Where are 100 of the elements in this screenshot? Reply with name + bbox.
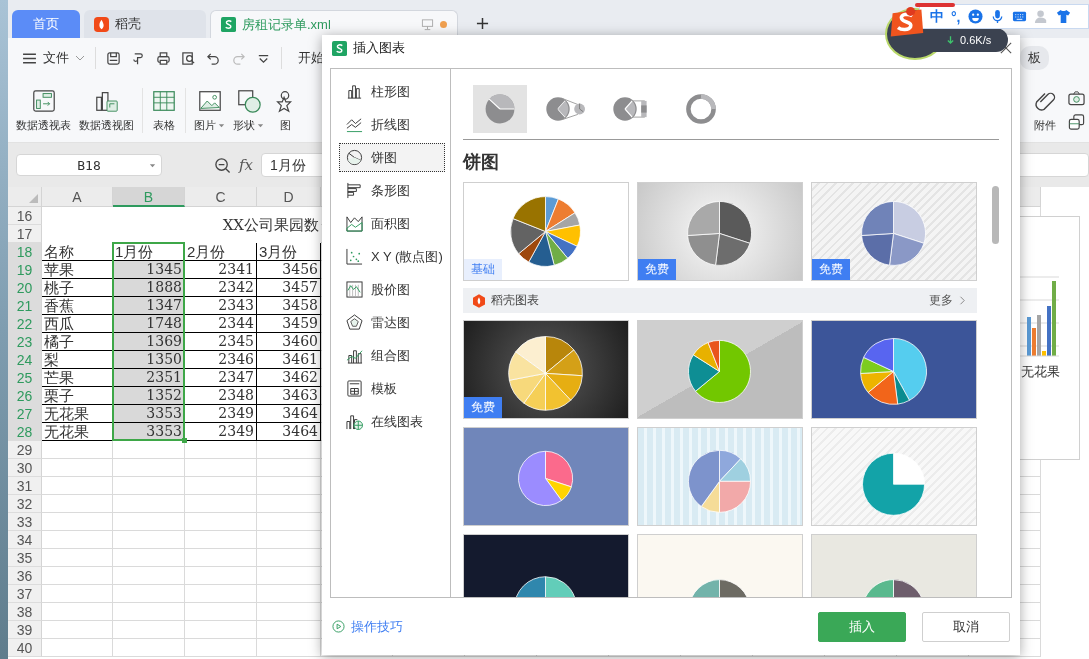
row-number[interactable]: 35	[8, 549, 42, 567]
grid-cell[interactable]	[185, 477, 257, 495]
chart-type-item[interactable]: 在线图表	[339, 407, 445, 436]
grid-cell[interactable]	[113, 495, 185, 513]
row-number[interactable]: 36	[8, 567, 42, 585]
chart-type-item[interactable]: 条形图	[339, 176, 445, 205]
grid-cell[interactable]	[113, 621, 185, 639]
row-number[interactable]: 40	[8, 639, 42, 657]
row-number[interactable]: 29	[8, 441, 42, 459]
grid-cell[interactable]	[42, 549, 113, 567]
attachment-button[interactable]: 附件	[1028, 87, 1062, 133]
row-number[interactable]: 37	[8, 585, 42, 603]
row-number[interactable]: 38	[8, 603, 42, 621]
new-tab-plus-icon[interactable]	[476, 17, 489, 30]
punctuation-toggle[interactable]: °,	[951, 8, 961, 25]
grid-cell[interactable]	[42, 585, 113, 603]
more-link[interactable]: 更多	[929, 292, 953, 309]
grid-cell[interactable]	[42, 603, 113, 621]
row-number[interactable]: 16	[8, 207, 42, 225]
select-all-icon[interactable]	[29, 194, 38, 203]
row-number[interactable]: 39	[8, 621, 42, 639]
grid-cell[interactable]	[257, 495, 321, 513]
smiley-icon[interactable]	[967, 9, 983, 24]
grid-cell[interactable]	[113, 513, 185, 531]
save-icon[interactable]	[106, 50, 121, 66]
ribbon-button[interactable]: 图片	[190, 87, 229, 133]
chart-type-item[interactable]: X Y (散点图)	[339, 242, 445, 271]
grid-cell[interactable]	[42, 621, 113, 639]
user-icon[interactable]	[1033, 9, 1049, 24]
chevron-right-icon[interactable]	[959, 296, 965, 305]
zoom-out-icon[interactable]	[214, 156, 231, 174]
document-tab[interactable]: 房租记录单.xml	[210, 10, 458, 38]
column-header[interactable]: C	[185, 187, 257, 207]
cancel-button[interactable]: 取消	[922, 611, 1010, 642]
chart-template[interactable]: 基础	[463, 182, 629, 281]
chart-type-item[interactable]: 折线图	[339, 110, 445, 139]
grid-cell[interactable]	[185, 459, 257, 477]
copy-icon[interactable]	[1068, 114, 1085, 130]
grid-cell[interactable]	[113, 585, 185, 603]
chart-subtype-button[interactable]	[473, 85, 527, 133]
file-menu[interactable]: 文件	[22, 49, 85, 67]
camera-icon[interactable]	[1068, 90, 1085, 106]
grid-cell[interactable]	[42, 513, 113, 531]
function-label[interactable]: fx	[239, 156, 253, 174]
ribbon-button[interactable]: 图	[268, 87, 302, 133]
ribbon-button[interactable]: 表格	[147, 87, 186, 133]
grid-cell[interactable]	[185, 495, 257, 513]
grid-cell[interactable]	[257, 567, 321, 585]
shirt-icon[interactable]	[1055, 9, 1071, 24]
grid-cell[interactable]	[42, 531, 113, 549]
grid-cell[interactable]	[113, 477, 185, 495]
chart-template[interactable]: 免费	[811, 182, 977, 281]
grid-cell[interactable]	[257, 477, 321, 495]
grid-cell[interactable]	[257, 621, 321, 639]
grid-cell[interactable]	[42, 567, 113, 585]
grid-cell[interactable]	[113, 531, 185, 549]
grid-cell[interactable]	[185, 513, 257, 531]
chart-type-item[interactable]: 饼图	[339, 143, 445, 172]
grid-cell[interactable]	[257, 639, 321, 657]
grid-cell[interactable]	[113, 549, 185, 567]
print-preview-icon[interactable]	[181, 50, 196, 66]
grid-cell[interactable]	[185, 567, 257, 585]
grid-cell[interactable]	[113, 639, 185, 657]
row-number[interactable]: 31	[8, 477, 42, 495]
chart-template[interactable]: 免费	[463, 320, 629, 419]
printer-icon[interactable]	[156, 50, 171, 66]
grid-cell[interactable]	[257, 549, 321, 567]
grid-cell[interactable]	[185, 531, 257, 549]
grid-cell[interactable]	[185, 621, 257, 639]
grid-cell[interactable]	[185, 603, 257, 621]
chart-type-item[interactable]: 组合图	[339, 341, 445, 370]
grid-cell[interactable]	[42, 495, 113, 513]
row-number[interactable]: 30	[8, 459, 42, 477]
chart-type-item[interactable]: 柱形图	[339, 77, 445, 106]
ribbon-button[interactable]: 数据透视图	[75, 87, 143, 133]
grid-cell[interactable]	[185, 639, 257, 657]
ribbon-button[interactable]: 形状	[229, 87, 268, 133]
grid-cell[interactable]	[42, 459, 113, 477]
document-tab[interactable]: 稻壳	[84, 10, 206, 38]
column-header[interactable]: A	[42, 187, 113, 207]
chart-type-item[interactable]: 雷达图	[339, 308, 445, 337]
name-box[interactable]: B18	[16, 154, 162, 176]
grid-cell[interactable]	[185, 585, 257, 603]
row-number[interactable]: 34	[8, 531, 42, 549]
grid-cell[interactable]	[257, 585, 321, 603]
grid-cell[interactable]	[42, 477, 113, 495]
row-number[interactable]: 17	[8, 225, 42, 243]
chinese-mode-toggle[interactable]: 中	[930, 7, 944, 26]
chart-type-item[interactable]: 股价图	[339, 275, 445, 304]
grid-cell[interactable]	[113, 567, 185, 585]
template-tab[interactable]: 板	[1020, 46, 1049, 70]
scrollbar-thumb[interactable]	[992, 186, 999, 244]
monitor-icon[interactable]	[421, 18, 434, 31]
grid-cell[interactable]	[257, 459, 321, 477]
grid-cell[interactable]	[113, 459, 185, 477]
tips-link[interactable]: 操作技巧	[351, 617, 403, 636]
grid-cell[interactable]	[113, 603, 185, 621]
grid-cell[interactable]	[257, 513, 321, 531]
grid-cell[interactable]	[257, 531, 321, 549]
grid-cell[interactable]	[42, 639, 113, 657]
